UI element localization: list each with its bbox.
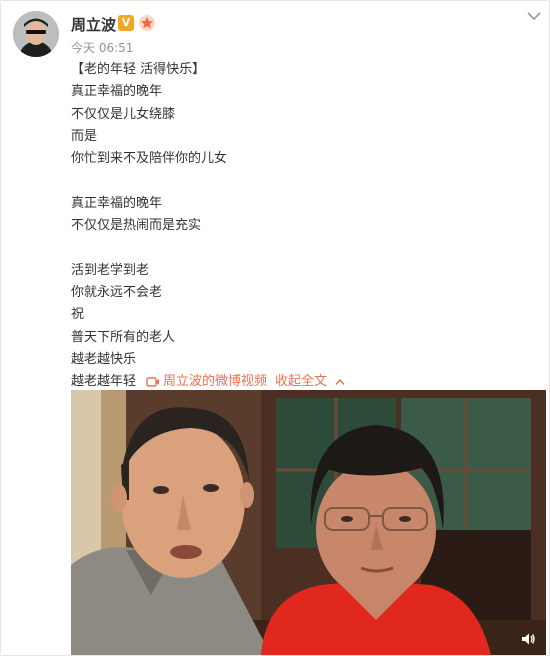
video-camera-icon	[146, 377, 160, 387]
post-line: 不仅仅是儿女绕膝	[71, 106, 176, 122]
weibo-post-card: 周立波 V 今天 06:51 【老的年轻 活得快乐】 真正幸福的晚年 不仅仅是儿…	[0, 0, 550, 656]
post-line: 真正幸福的晚年	[71, 84, 163, 100]
post-line: 而是	[71, 128, 98, 144]
post-line: 真正幸福的晚年	[71, 195, 163, 211]
video-frame	[71, 390, 546, 655]
post-content: 【老的年轻 活得快乐】 真正幸福的晚年 不仅仅是儿女绕膝 而是 你忙到来不及陪伴…	[71, 59, 531, 393]
chevron-up-icon[interactable]	[335, 378, 345, 386]
post-timestamp[interactable]: 今天 06:51	[71, 39, 133, 56]
author-name[interactable]: 周立波	[71, 14, 116, 35]
post-line: 普天下所有的老人	[71, 329, 176, 345]
post-line: 祝	[71, 307, 85, 323]
post-line: 活到老学到老	[71, 262, 150, 278]
post-line-blank	[71, 170, 531, 192]
post-line: 越老越快乐	[71, 351, 137, 367]
verified-badge-icon: V	[118, 15, 134, 31]
fan-level-icon	[139, 15, 155, 31]
post-line: 你忙到来不及陪伴你的儿女	[71, 151, 228, 167]
post-line: 你就永远不会老	[71, 284, 163, 300]
chevron-down-icon[interactable]	[527, 11, 541, 21]
author-avatar[interactable]	[13, 11, 59, 57]
video-player[interactable]	[71, 390, 546, 655]
volume-icon[interactable]	[520, 631, 536, 647]
post-line: 【老的年轻 活得快乐】	[71, 62, 206, 77]
post-line-blank	[71, 237, 531, 259]
post-line: 不仅仅是热闹而是充实	[71, 218, 202, 234]
